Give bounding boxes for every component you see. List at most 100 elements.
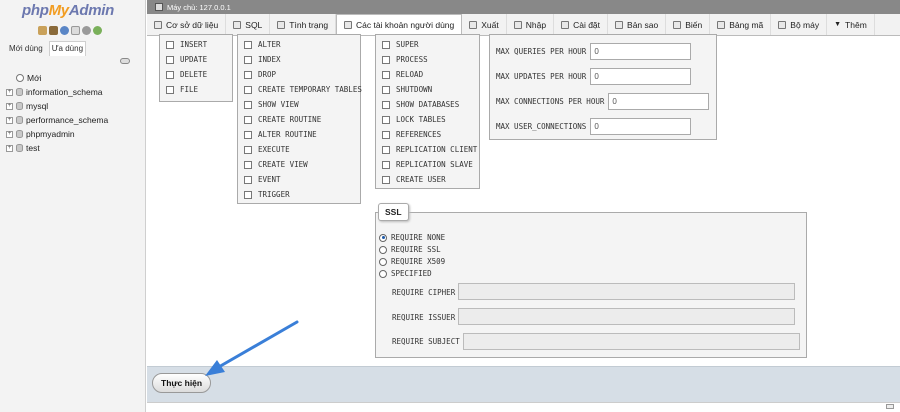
- tab-sql[interactable]: SQL: [226, 14, 271, 35]
- checkbox[interactable]: [244, 160, 252, 169]
- logout-icon[interactable]: [49, 26, 58, 35]
- radio-button[interactable]: [379, 245, 387, 254]
- checkbox[interactable]: [382, 175, 390, 184]
- tab-settings[interactable]: Cài đặt: [554, 14, 609, 35]
- checkbox[interactable]: [244, 115, 252, 124]
- checkbox[interactable]: [382, 85, 390, 94]
- max-queries-input[interactable]: 0: [590, 43, 692, 60]
- priv-label: ALTER ROUTINE: [258, 130, 317, 139]
- radio-label: REQUIRE X509: [391, 257, 446, 266]
- checkbox[interactable]: [382, 145, 390, 154]
- expand-icon[interactable]: +: [6, 102, 13, 110]
- tab-import[interactable]: Nhập: [507, 14, 555, 35]
- checkbox[interactable]: [382, 160, 390, 169]
- limit-row: MAX USER_CONNECTIONS 0: [496, 118, 692, 135]
- tab-more[interactable]: ▼ Thêm: [827, 14, 875, 35]
- tree-item-label: performance_schema: [26, 115, 109, 125]
- checkbox[interactable]: [166, 40, 174, 49]
- server-breadcrumb[interactable]: Máy chủ: 127.0.0.1: [167, 3, 231, 12]
- checkbox[interactable]: [244, 70, 252, 79]
- radio-label: SPECIFIED: [391, 269, 432, 278]
- database-icon: [16, 130, 23, 138]
- checkbox[interactable]: [166, 85, 174, 94]
- checkbox[interactable]: [244, 130, 252, 139]
- checkbox[interactable]: [382, 115, 390, 124]
- phpmyadmin-logo[interactable]: phpMyAdmin: [22, 2, 114, 19]
- checkbox[interactable]: [382, 70, 390, 79]
- help-icon[interactable]: [60, 26, 69, 35]
- link-with-main-icon[interactable]: [120, 58, 130, 64]
- tree-item-information-schema[interactable]: + information_schema: [6, 85, 144, 99]
- bottom-console-bar: [147, 402, 900, 412]
- tree-item-label: information_schema: [26, 87, 103, 97]
- limit-label: MAX USER_CONNECTIONS: [496, 122, 587, 131]
- radio-button[interactable]: [379, 233, 387, 242]
- tab-export[interactable]: Xuất: [462, 14, 507, 35]
- priv-label: DELETE: [180, 70, 208, 79]
- tab-favorites[interactable]: Ưa dùng: [48, 41, 87, 56]
- max-connections-input[interactable]: 0: [608, 93, 710, 110]
- docs-icon[interactable]: [71, 26, 80, 35]
- radio-specified[interactable]: SPECIFIED: [379, 269, 432, 278]
- tree-item-label: mysql: [26, 101, 49, 111]
- tree-item-performance-schema[interactable]: + performance_schema: [6, 113, 144, 127]
- checkbox[interactable]: [382, 40, 390, 49]
- tab-engines[interactable]: Bộ máy: [771, 14, 828, 35]
- logo-text-admin: Admin: [68, 2, 115, 19]
- tab-user-accounts[interactable]: Các tài khoản người dùng: [336, 14, 463, 35]
- tab-variables[interactable]: Biến: [666, 14, 711, 35]
- max-updates-input[interactable]: 0: [590, 68, 692, 85]
- reload-icon[interactable]: [93, 26, 102, 35]
- checkbox[interactable]: [244, 100, 252, 109]
- checkbox[interactable]: [244, 85, 252, 94]
- checkbox[interactable]: [244, 55, 252, 64]
- checkbox[interactable]: [244, 190, 252, 199]
- console-toggle-icon[interactable]: [886, 404, 894, 409]
- radio-require-ssl[interactable]: REQUIRE SSL: [379, 245, 441, 254]
- tab-recent[interactable]: Mới dùng: [6, 41, 46, 56]
- checkbox[interactable]: [382, 55, 390, 64]
- ssl-field-label: REQUIRE SUBJECT: [392, 337, 460, 346]
- radio-require-none[interactable]: REQUIRE NONE: [379, 233, 445, 242]
- expand-icon[interactable]: +: [6, 130, 13, 138]
- limit-label: MAX UPDATES PER HOUR: [496, 72, 587, 81]
- priv-row: CREATE TEMPORARY TABLES: [244, 85, 362, 94]
- tab-databases[interactable]: Cơ sở dữ liệu: [147, 14, 227, 35]
- settings-icon[interactable]: [82, 26, 91, 35]
- priv-row: REPLICATION CLIENT: [382, 145, 477, 154]
- checkbox[interactable]: [166, 70, 174, 79]
- home-icon[interactable]: [38, 26, 47, 35]
- checkbox[interactable]: [382, 130, 390, 139]
- tree-item-phpmyadmin[interactable]: + phpmyadmin: [6, 127, 144, 141]
- replication-icon: [615, 20, 624, 29]
- radio-button[interactable]: [379, 257, 387, 266]
- tab-label: Cơ sở dữ liệu: [166, 19, 219, 30]
- go-button[interactable]: Thực hiện: [152, 373, 212, 393]
- radio-button[interactable]: [379, 269, 387, 278]
- tab-status[interactable]: Tình trạng: [270, 14, 337, 35]
- expand-icon[interactable]: +: [6, 144, 13, 152]
- priv-label: CREATE USER: [396, 175, 446, 184]
- tree-item-mysql[interactable]: + mysql: [6, 99, 144, 113]
- tab-label: Bộ máy: [790, 19, 820, 30]
- tab-label: Xuất: [481, 19, 499, 30]
- main-panel: Máy chủ: 127.0.0.1 Cơ sở dữ liệu SQL Tìn…: [147, 0, 900, 412]
- expand-icon[interactable]: +: [6, 88, 13, 96]
- checkbox[interactable]: [244, 175, 252, 184]
- max-user-connections-input[interactable]: 0: [590, 118, 692, 135]
- checkbox[interactable]: [382, 100, 390, 109]
- priv-row: FILE: [166, 85, 198, 94]
- checkbox[interactable]: [244, 145, 252, 154]
- ssl-field-label: REQUIRE ISSUER: [392, 313, 456, 322]
- tab-replication[interactable]: Bản sao: [608, 14, 667, 35]
- database-icon: [16, 144, 23, 152]
- tree-item-test[interactable]: + test: [6, 141, 144, 155]
- radio-require-x509[interactable]: REQUIRE X509: [379, 257, 445, 266]
- tab-charsets[interactable]: Bảng mã: [710, 14, 772, 35]
- tree-item-new[interactable]: Mới: [6, 71, 144, 85]
- engines-icon: [778, 20, 787, 29]
- expand-icon[interactable]: +: [6, 116, 13, 124]
- checkbox[interactable]: [244, 40, 252, 49]
- checkbox[interactable]: [166, 55, 174, 64]
- status-icon: [277, 20, 286, 29]
